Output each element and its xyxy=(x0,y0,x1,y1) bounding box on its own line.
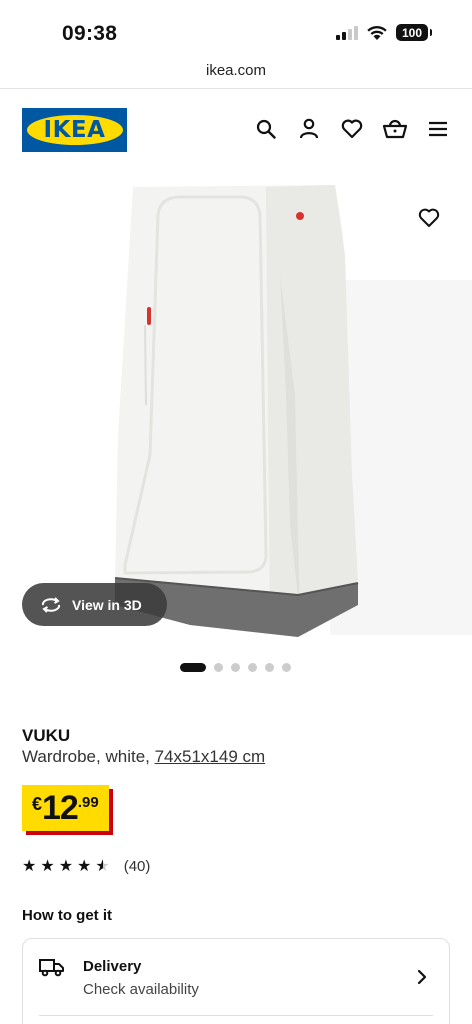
pagination-dot[interactable] xyxy=(282,663,291,672)
logo-text: IKEA xyxy=(43,117,106,143)
heart-icon[interactable] xyxy=(339,116,364,141)
product-name: VUKU xyxy=(22,726,71,745)
pagination-dot[interactable] xyxy=(231,663,240,672)
product-type: Wardrobe, white, xyxy=(22,747,155,766)
star-icon: ★ xyxy=(77,857,92,875)
delivery-title: Delivery xyxy=(83,958,142,975)
logo-oval: IKEA xyxy=(26,115,123,145)
how-to-get-it-heading: How to get it xyxy=(22,907,112,924)
basket-icon[interactable] xyxy=(382,116,407,141)
delivery-truck-icon xyxy=(39,959,64,977)
gallery-pagination[interactable] xyxy=(180,663,291,672)
pagination-dot[interactable] xyxy=(180,663,206,672)
menu-icon[interactable] xyxy=(425,116,450,141)
site-header: IKEA xyxy=(22,108,450,152)
price-currency: € xyxy=(32,794,43,814)
product-gallery[interactable]: View in 3D xyxy=(0,175,472,645)
half-star-icon: ★ xyxy=(95,857,110,875)
price-decimal: .99 xyxy=(77,794,99,811)
rotate-3d-icon xyxy=(41,596,61,613)
search-icon[interactable] xyxy=(253,116,278,141)
cellular-signal-icon xyxy=(336,25,358,40)
review-count: (40) xyxy=(123,858,151,875)
wifi-icon xyxy=(367,25,387,40)
ikea-logo[interactable]: IKEA xyxy=(22,108,127,152)
battery-level: 100 xyxy=(401,25,423,40)
price-integer: 12 xyxy=(42,789,79,827)
star-icon: ★ xyxy=(40,857,55,875)
star-icon: ★ xyxy=(22,857,37,875)
status-time: 09:38 xyxy=(62,22,118,45)
chevron-right-icon xyxy=(417,969,427,985)
delivery-subtitle: Check availability xyxy=(83,981,199,998)
status-icons: 100 xyxy=(336,24,432,41)
status-bar: 09:38 100 xyxy=(0,0,472,62)
product-image xyxy=(114,185,472,637)
url-bar[interactable]: ikea.com xyxy=(0,62,472,89)
pagination-dot[interactable] xyxy=(265,663,274,672)
star-icon: ★ xyxy=(58,857,74,875)
pagination-dot[interactable] xyxy=(214,663,223,672)
product-rating[interactable]: ★ ★ ★ ★ ★ (40) xyxy=(22,858,150,875)
battery-icon: 100 xyxy=(396,24,432,41)
product-dimensions-link[interactable]: 74x51x149 cm xyxy=(155,747,266,766)
pagination-dot[interactable] xyxy=(248,663,257,672)
delivery-option[interactable]: Delivery Check availability xyxy=(22,938,450,1024)
divider xyxy=(39,1015,433,1016)
url-text: ikea.com xyxy=(205,62,267,79)
header-actions xyxy=(253,116,450,141)
add-to-wishlist-icon[interactable] xyxy=(418,208,440,230)
view-in-3d-button[interactable]: View in 3D xyxy=(22,583,167,626)
product-description: Wardrobe, white, 74x51x149 cm xyxy=(22,747,265,767)
account-icon[interactable] xyxy=(296,116,321,141)
view-in-3d-label: View in 3D xyxy=(72,596,142,613)
price-tag: € 12 .99 xyxy=(22,785,109,831)
